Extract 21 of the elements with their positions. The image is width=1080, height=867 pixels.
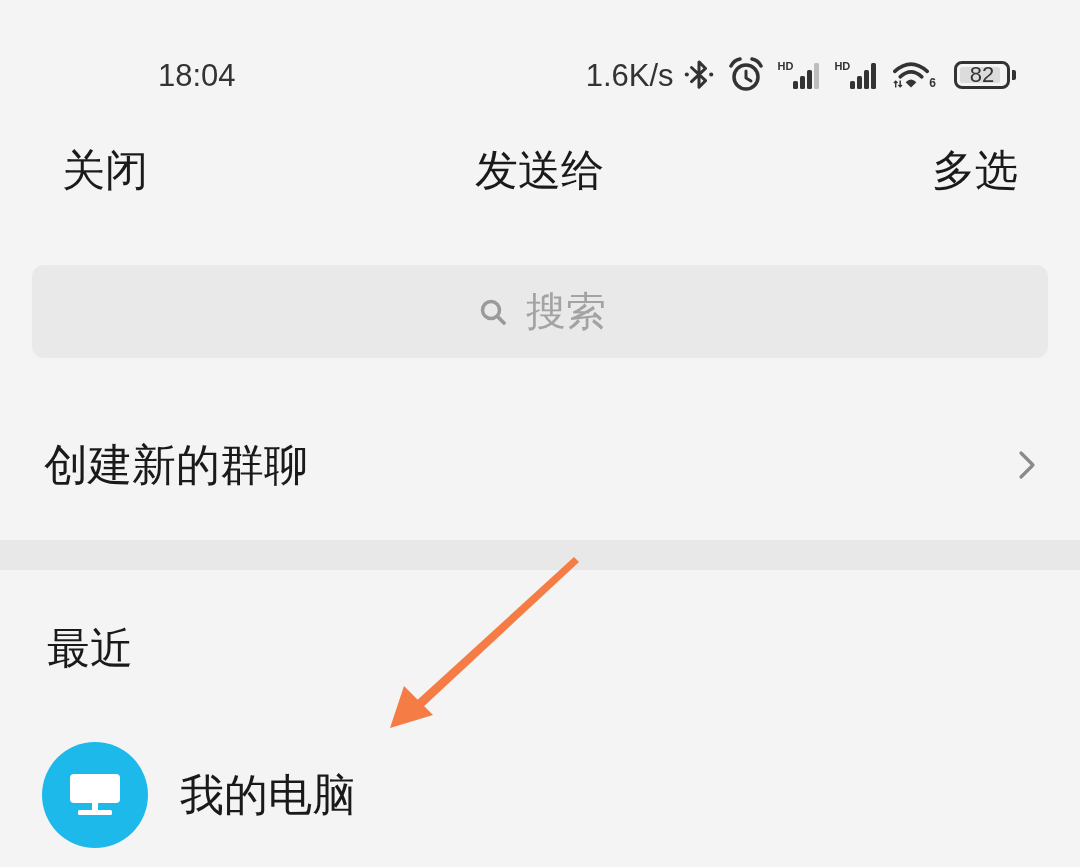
wifi-icon [893, 61, 930, 89]
battery-percentage: 82 [969, 64, 995, 86]
close-button[interactable]: 关闭 [62, 148, 148, 192]
signal-strength-icon [793, 63, 821, 89]
contact-item[interactable]: 我的电脑 [0, 726, 1080, 864]
network-speed: 1.6K/s [585, 59, 674, 91]
bluetooth-icon [683, 58, 714, 92]
search-icon [480, 299, 506, 325]
status-time: 18:04 [158, 59, 236, 91]
page-title: 发送给 [475, 148, 605, 192]
section-title: 最近 [47, 626, 133, 670]
create-group-item[interactable]: 创建新的群聊 [0, 390, 1080, 540]
wifi-standard-label: 6 [929, 77, 936, 89]
network-type-label: HD [834, 61, 851, 72]
signal-strength-icon [850, 63, 878, 89]
multi-select-button[interactable]: 多选 [932, 148, 1018, 192]
computer-avatar-icon [42, 742, 148, 848]
alarm-clock-icon [727, 57, 764, 93]
search-field[interactable]: 搜索 [32, 265, 1048, 358]
network-type-label: HD [777, 61, 794, 72]
chevron-right-icon [1018, 450, 1036, 480]
